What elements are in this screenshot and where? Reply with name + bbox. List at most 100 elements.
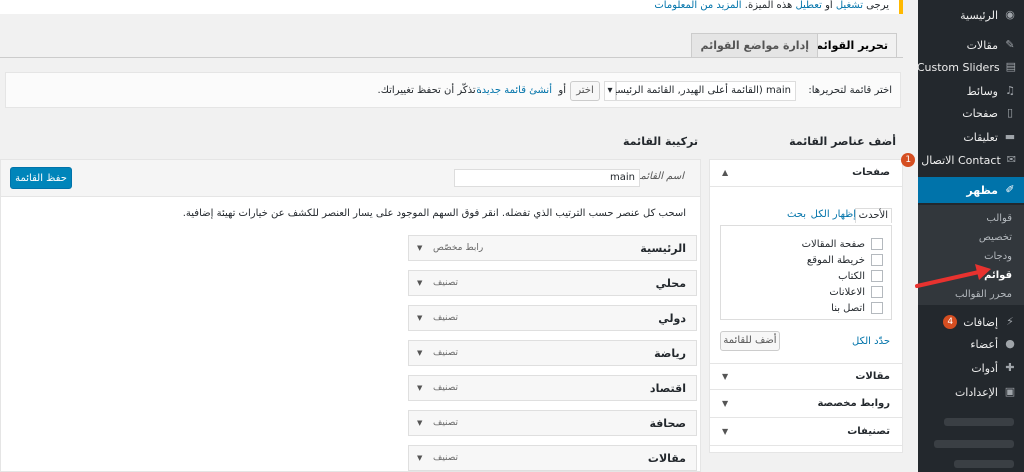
menu-item-title: محلي <box>655 277 686 290</box>
menu-item[interactable]: الرئيسية رابط مخصّص ▼ <box>408 235 697 261</box>
appearance-icon: ✐ <box>1005 183 1015 196</box>
chevron-down-icon[interactable]: ▼ <box>417 314 422 322</box>
sidebar-item-label: أدوات <box>971 361 998 375</box>
media-icon: ♫ <box>1005 84 1015 97</box>
sidebar-item-settings[interactable]: الإعدادات ▣ <box>918 381 1024 403</box>
pages-icon: ▯ <box>1006 106 1014 119</box>
chevron-down-icon[interactable]: ▼ <box>417 384 422 392</box>
page-label: صفحة المقالات <box>801 238 865 250</box>
submenu-customize[interactable]: تخصيص <box>918 229 1024 247</box>
sidebar-item-plugins[interactable]: 4 إضافات ⚡ <box>918 311 1024 333</box>
pages-checklist: صفحة المقالات خريطة الموقع الكتاب الاعلا… <box>720 225 892 320</box>
sidebar-item-label: مقالات <box>966 38 998 52</box>
menu-item[interactable]: مقالات تصنيف ▼ <box>408 445 697 471</box>
sidebar-item-comments[interactable]: تعليقات ▬ <box>918 126 1024 148</box>
save-menu-button[interactable]: حفظ القائمة <box>10 167 72 189</box>
sidebar-item-media[interactable]: وسائط ♫ <box>918 80 1024 102</box>
disable-link[interactable]: تعطيل <box>795 0 821 11</box>
checkbox[interactable] <box>871 254 883 266</box>
enable-link[interactable]: تشغيل <box>836 0 863 11</box>
add-to-menu-button[interactable]: أضف للقائمة <box>720 331 780 351</box>
menu-name-label: اسم القائمة <box>635 171 684 182</box>
tab-edit-menus[interactable]: تحرير القوائم <box>806 33 897 57</box>
subtab-search[interactable]: بحث <box>787 208 806 222</box>
selector-suffix: . تذكّر أن تحفظ تغييراتك. <box>377 85 482 96</box>
menu-item[interactable]: صحافة تصنيف ▼ <box>408 410 697 436</box>
notice-bar: يرجى تشغيل أو تعطيل هذه الميزة. المزيد م… <box>0 0 903 14</box>
chevron-down-icon[interactable]: ▼ <box>417 244 422 252</box>
submenu-themes[interactable]: قوالب <box>918 210 1024 228</box>
page-checkbox-row[interactable]: اتصل بنا <box>831 301 883 315</box>
subtab-recent[interactable]: الأحدث <box>854 208 892 223</box>
select-button[interactable]: اختر <box>570 81 600 101</box>
checkbox[interactable] <box>871 238 883 250</box>
page-checkbox-row[interactable]: الكتاب <box>838 269 883 283</box>
comments-icon: ▬ <box>1004 130 1016 143</box>
sidebar-item-users[interactable]: أعضاء ● <box>918 333 1024 355</box>
menu-item-title: رياضة <box>654 347 686 360</box>
sidebar-item-label: مظهر <box>966 183 998 197</box>
custom-links-box-header[interactable]: روابط مخصصة ▼ <box>710 391 902 418</box>
page-label: الكتاب <box>838 270 865 282</box>
page-checkbox-row[interactable]: خريطة الموقع <box>807 253 883 267</box>
menu-selector-bar: اختر قائمة لتحريرها: main (القائمة أعلى … <box>5 72 901 108</box>
sidebar-item-contact[interactable]: 1 الاتصال Contact ✉ <box>901 149 1024 171</box>
menu-item[interactable]: رياضة تصنيف ▼ <box>408 340 697 366</box>
tools-icon: ✚ <box>1005 361 1015 374</box>
page-checkbox-row[interactable]: الاعلانات <box>829 285 883 299</box>
chevron-down-icon[interactable]: ▾ <box>604 81 616 101</box>
checkbox[interactable] <box>871 270 883 282</box>
select-all-link[interactable]: حدّد الكل <box>852 336 890 347</box>
menu-item[interactable]: محلي تصنيف ▼ <box>408 270 697 296</box>
notice-text: يرجى تشغيل أو تعطيل هذه الميزة. المزيد م… <box>654 0 889 12</box>
page-label: اتصل بنا <box>831 302 865 314</box>
posts-box-header[interactable]: مقالات ▼ <box>710 363 902 390</box>
sidebar-item-custom-sliders[interactable]: Custom Sliders ▤ <box>917 56 1024 78</box>
menu-structure-panel: اسم القائمة main حفظ القائمة اسحب كل عنص… <box>0 159 701 472</box>
notice-prefix: يرجى <box>866 0 889 11</box>
sidebar-item-label: الاتصال Contact <box>921 153 1001 167</box>
structure-heading: تركيبة القائمة <box>623 135 698 148</box>
chevron-down-icon[interactable]: ▼ <box>722 399 728 408</box>
menu-item[interactable]: دولي تصنيف ▼ <box>408 305 697 331</box>
blurred-menu-item <box>934 440 1014 448</box>
sidebar-item-tools[interactable]: أدوات ✚ <box>918 357 1024 379</box>
select-menu-label: اختر قائمة لتحريرها: <box>808 85 892 96</box>
sidebar-item-dashboard[interactable]: الرئيسية ◉ <box>918 4 1024 26</box>
tab-manage-locations[interactable]: إدارة مواضع القوائم <box>691 33 818 57</box>
chevron-down-icon[interactable]: ▼ <box>417 279 422 287</box>
notice-or: أو <box>825 0 833 11</box>
menu-item[interactable]: اقتصاد تصنيف ▼ <box>408 375 697 401</box>
more-info-link[interactable]: المزيد من المعلومات <box>654 0 741 11</box>
pages-box-header[interactable]: صفحات ▲ <box>710 160 902 187</box>
pages-box-title: صفحات <box>852 167 890 178</box>
create-menu-link[interactable]: أنشئ قائمة جديدة <box>476 82 552 100</box>
menu-item-type: تصنيف <box>433 313 459 323</box>
chevron-down-icon[interactable]: ▼ <box>722 427 728 436</box>
sidebar-item-label: صفحات <box>962 106 998 120</box>
page-checkbox-row[interactable]: صفحة المقالات <box>802 237 883 251</box>
blurred-menu-item <box>954 460 1014 468</box>
checkbox[interactable] <box>871 302 883 314</box>
categories-box-header[interactable]: تصنيفات ▼ <box>710 419 902 446</box>
menu-item-title: مقالات <box>647 452 686 465</box>
custom-links-box-title: روابط مخصصة <box>817 398 890 409</box>
chevron-down-icon[interactable]: ▼ <box>417 454 422 462</box>
slider-icon: ▤ <box>1005 60 1016 73</box>
notification-badge: 4 <box>943 315 958 329</box>
tab-divider <box>0 57 903 58</box>
sidebar-item-posts[interactable]: مقالات ✎ <box>918 34 1024 56</box>
sidebar-item-pages[interactable]: صفحات ▯ <box>918 102 1024 124</box>
chevron-down-icon[interactable]: ▼ <box>417 419 422 427</box>
checkbox[interactable] <box>871 286 883 298</box>
add-items-heading: أضف عناصر القائمة <box>789 135 896 148</box>
sidebar-item-appearance[interactable]: مظهر ✐ <box>918 177 1024 203</box>
chevron-down-icon[interactable]: ▼ <box>722 372 728 381</box>
subtab-show-all[interactable]: إظهار الكل <box>811 208 856 222</box>
menu-name-input[interactable]: main <box>454 169 640 187</box>
chevron-down-icon[interactable]: ▼ <box>417 349 422 357</box>
chevron-up-icon[interactable]: ▲ <box>722 168 728 177</box>
menu-select[interactable]: main (القائمة أعلى الهيدر, القائمة الرئي… <box>605 81 796 101</box>
notice-middle: هذه الميزة. <box>744 0 793 11</box>
menu-item-title: دولي <box>658 312 686 325</box>
